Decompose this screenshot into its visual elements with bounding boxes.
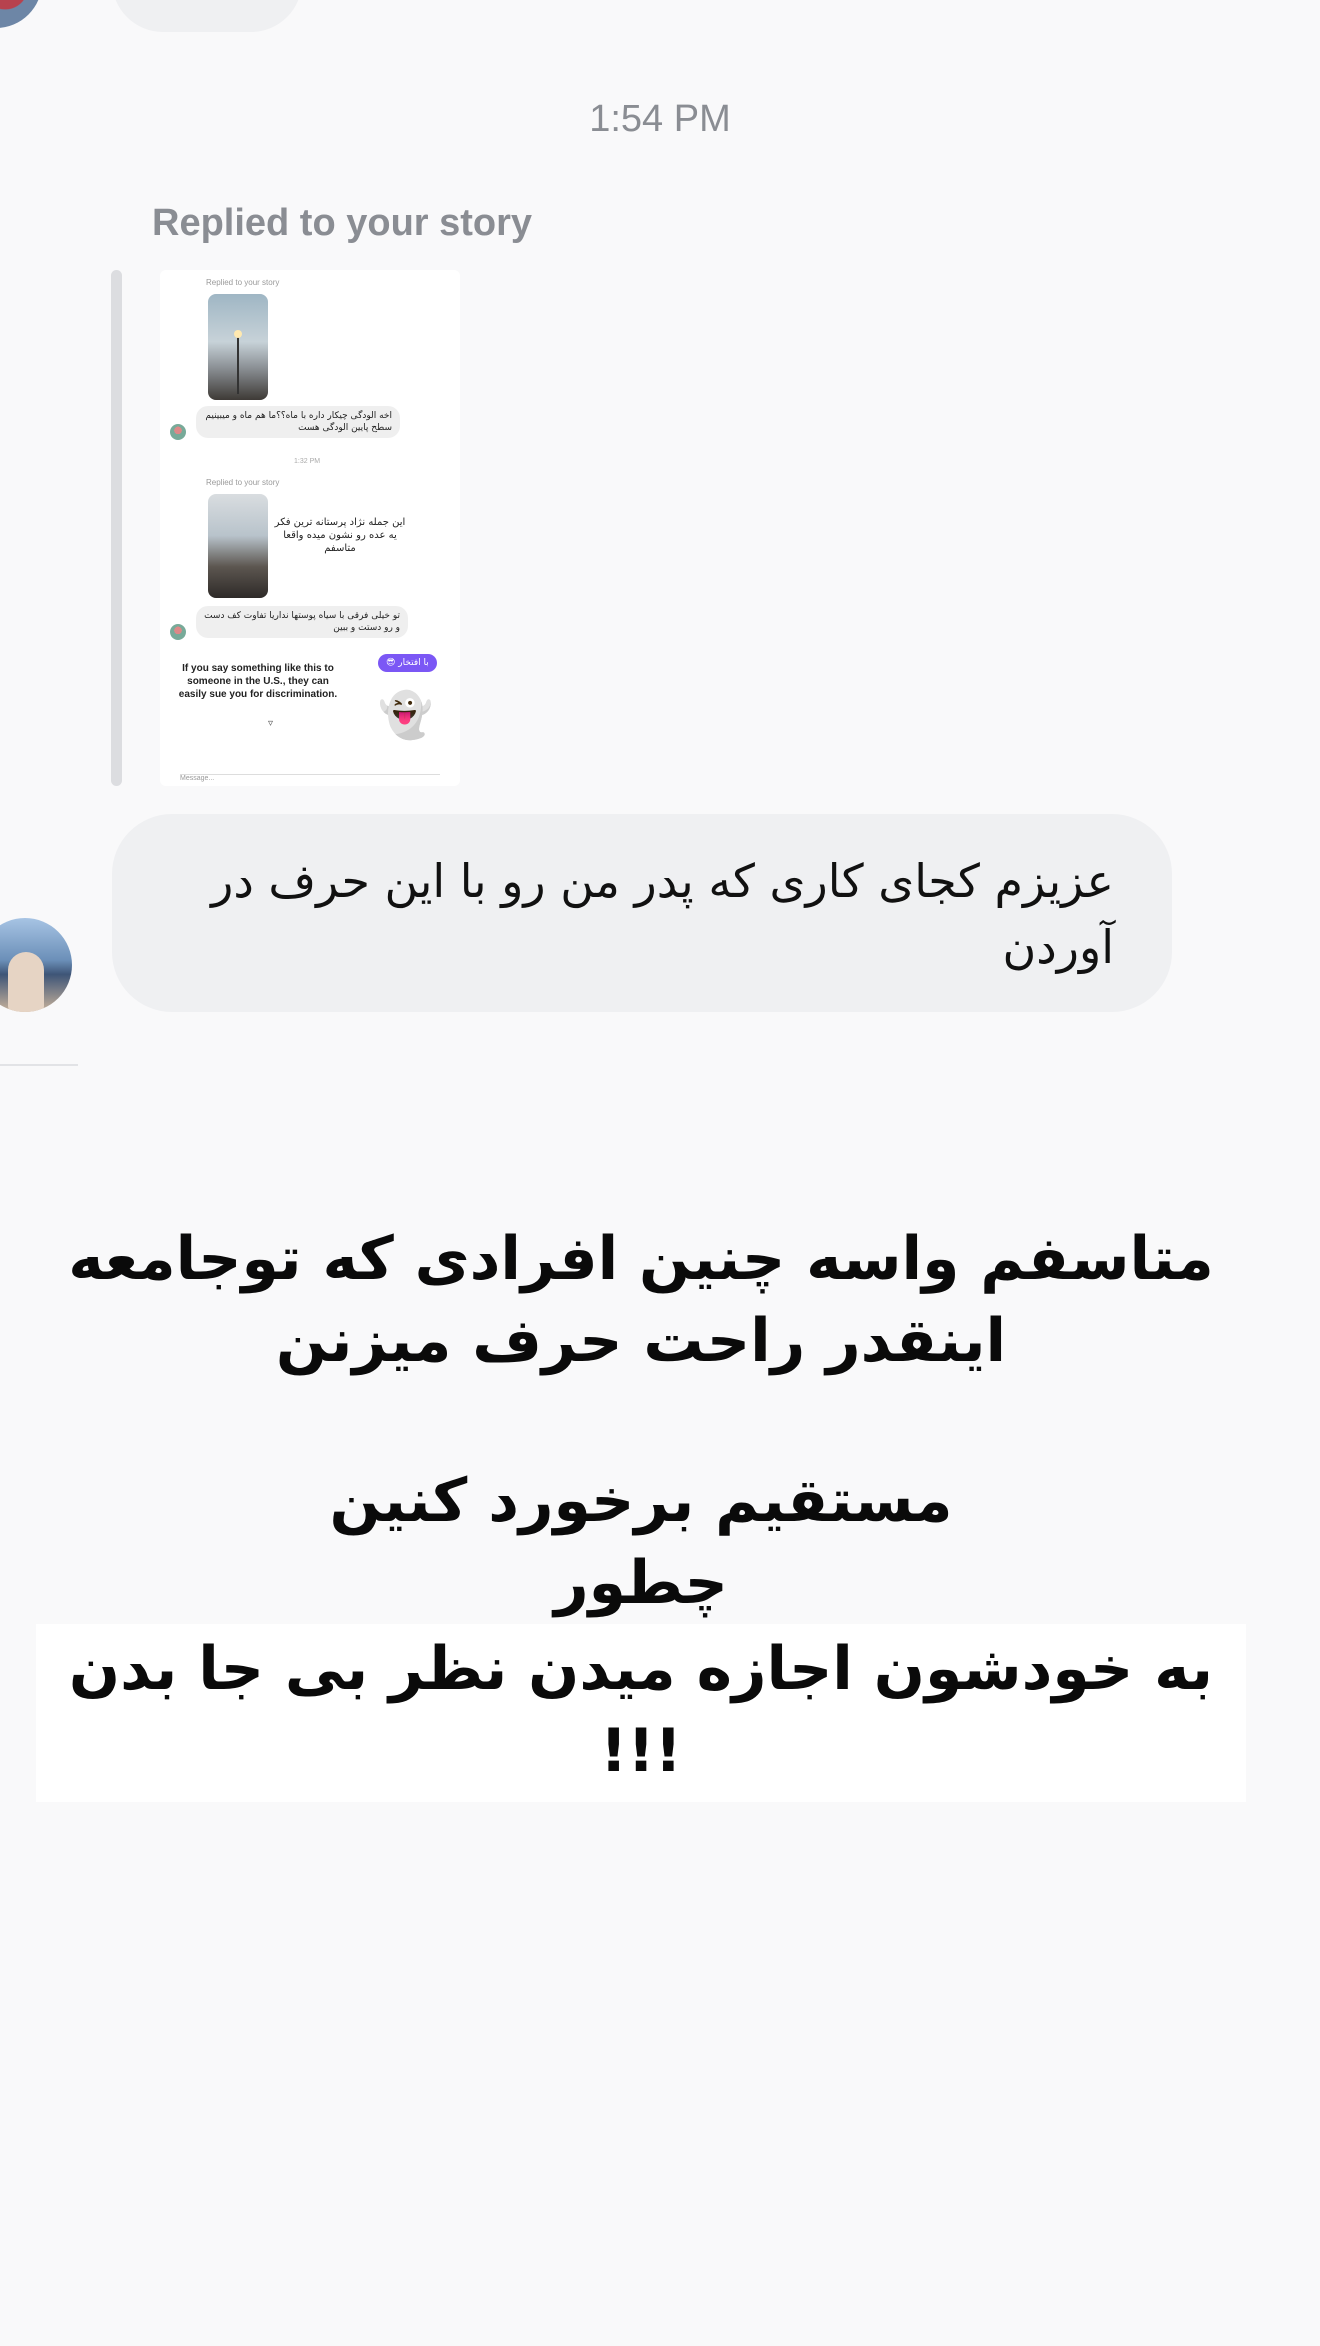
preview-chip: با افتخار 😎: [378, 654, 437, 672]
preview-english-text: If you say something like this to someon…: [178, 663, 338, 700]
overlay-line-4: چطور: [554, 1548, 728, 1618]
preview-story-thumbnail-2: [208, 494, 268, 598]
preview-bubble-1: اخه الودگی چیکار داره با ماه؟؟ما هم ماه …: [196, 406, 400, 438]
divider: [0, 1064, 78, 1066]
story-reply-label: Replied to your story: [152, 202, 533, 244]
filter-icon: ▿: [268, 718, 274, 729]
story-quote-bar: [111, 270, 122, 786]
sender-avatar-top[interactable]: [0, 0, 42, 28]
story-preview-image[interactable]: Replied to your story اخه الودگی چیکار د…: [160, 270, 460, 786]
overlay-caption: متاسفم واسه چنین افرادی که توجامعه اینقد…: [36, 1218, 1246, 1802]
overlay-line-5: به خودشون اجازه میدن نظر بی جا بدن !!!: [36, 1624, 1246, 1802]
overlay-spacer: [36, 1382, 1246, 1460]
sender-avatar[interactable]: [0, 918, 72, 1012]
preview-avatar: [170, 424, 186, 440]
ghost-icon: 👻: [378, 690, 433, 741]
preview-composer-hint: Message...: [180, 775, 215, 782]
preview-bubble-2: تو خیلی فرقی با سیاه پوستها نداریا تفاوت…: [196, 606, 408, 638]
message-bubble[interactable]: عزیزم کجای کاری که پدر من رو با این حرف …: [112, 814, 1172, 1012]
message-timestamp: 1:54 PM: [589, 98, 731, 140]
preview-avatar-2: [170, 624, 186, 640]
preview-story-thumbnail: [208, 294, 268, 400]
overlay-line-3: مستقیم برخورد کنین: [329, 1466, 953, 1536]
preview-time: 1:32 PM: [294, 458, 321, 465]
dm-thread-screen: 1:54 PM Replied to your story Replied to…: [0, 0, 1320, 2346]
overlay-line-1: متاسفم واسه چنین افرادی که توجامعه: [68, 1224, 1214, 1294]
overlay-line-2: اینقدر راحت حرف میزنن: [275, 1306, 1007, 1376]
previous-message-bubble[interactable]: [112, 0, 302, 32]
streetlight-icon: [234, 330, 242, 394]
preview-caption: این جمله نژاد پرستانه ترین فکر یه عده رو…: [274, 517, 406, 554]
preview-composer: Message...: [180, 774, 440, 786]
preview-reply-label-2: Replied to your story: [206, 478, 280, 487]
preview-reply-label: Replied to your story: [206, 278, 280, 287]
